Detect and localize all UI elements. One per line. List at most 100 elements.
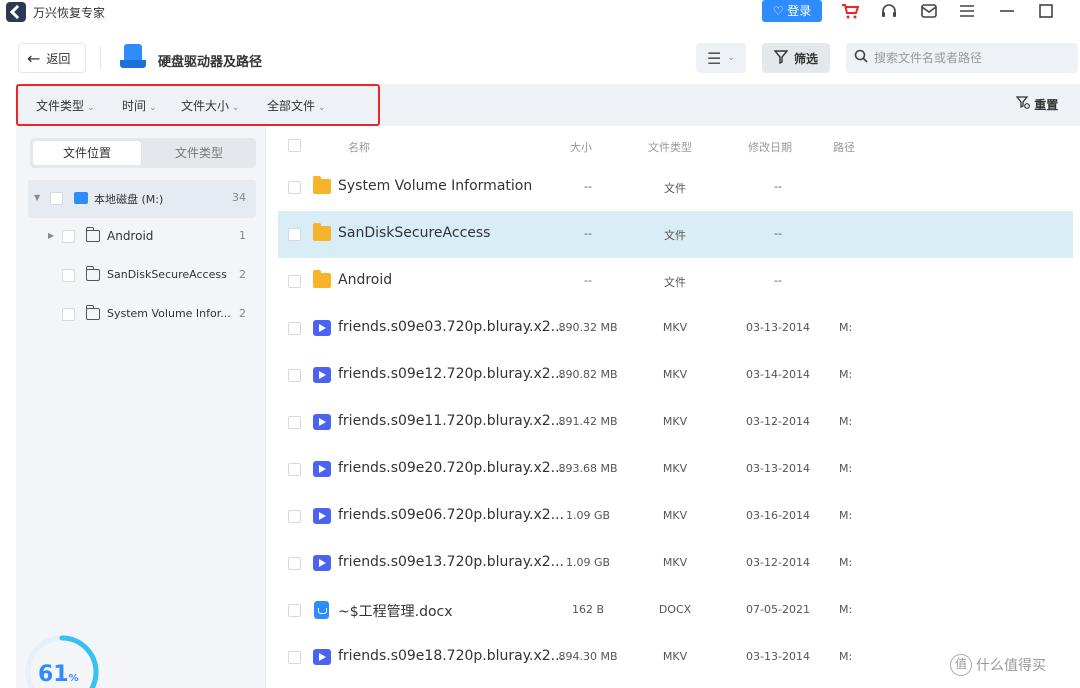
- column-header-type[interactable]: 文件类型: [648, 139, 692, 155]
- file-path: M:: [839, 321, 853, 334]
- search-input[interactable]: [874, 51, 1074, 65]
- file-name: friends.s09e20.720p.bluray.x2...: [338, 460, 565, 476]
- maximize-icon[interactable]: [1034, 0, 1058, 22]
- table-row[interactable]: friends.s09e13.720p.bluray.x2... 1.09 GB M…: [278, 540, 1073, 587]
- row-checkbox[interactable]: [288, 510, 301, 523]
- tree-item-system-volume[interactable]: System Volume Infor... 2: [28, 296, 256, 334]
- file-type: MKV: [662, 650, 688, 663]
- file-size: 162 B: [571, 603, 605, 616]
- toolbar-divider: [100, 46, 101, 70]
- video-icon: [313, 320, 331, 336]
- column-header-name[interactable]: 名称: [348, 139, 370, 155]
- table-row[interactable]: SanDiskSecureAccess -- 文件 --: [278, 211, 1073, 258]
- search-icon: [854, 49, 868, 67]
- file-size: 890.32 MB: [558, 321, 618, 334]
- tree-label: Android: [107, 229, 154, 243]
- select-all-checkbox[interactable]: [288, 139, 301, 152]
- docx-icon: [314, 601, 329, 619]
- tab-file-location[interactable]: 文件位置: [33, 141, 141, 165]
- table-row[interactable]: friends.s09e11.720p.bluray.x2... 891.42 M…: [278, 399, 1073, 446]
- reset-label: 重置: [1034, 98, 1059, 112]
- file-size: 890.82 MB: [558, 368, 618, 381]
- file-path: M:: [839, 556, 853, 569]
- tree-label: System Volume Infor...: [107, 307, 231, 320]
- chevron-down-icon: ⌄: [318, 103, 326, 113]
- file-path: M:: [839, 415, 853, 428]
- row-checkbox[interactable]: [288, 181, 301, 194]
- table-row[interactable]: System Volume Information -- 文件 --: [278, 164, 1073, 211]
- cart-icon[interactable]: [838, 0, 862, 22]
- column-header-path[interactable]: 路径: [833, 139, 855, 155]
- search-box[interactable]: [846, 43, 1078, 73]
- table-row[interactable]: friends.s09e20.720p.bluray.x2... 893.68 M…: [278, 446, 1073, 493]
- filter-button[interactable]: 筛选: [762, 43, 830, 73]
- tab-file-type[interactable]: 文件类型: [145, 141, 253, 165]
- back-button[interactable]: ← 返回: [18, 43, 86, 73]
- row-checkbox[interactable]: [288, 651, 301, 664]
- file-size: 891.42 MB: [558, 415, 618, 428]
- file-name: SanDiskSecureAccess: [338, 225, 491, 241]
- folder-icon: [313, 223, 331, 241]
- file-name: friends.s09e18.720p.bluray.x2...: [338, 648, 565, 664]
- table-row[interactable]: Android -- 文件 --: [278, 258, 1073, 305]
- mail-icon[interactable]: [917, 0, 941, 22]
- title-bar: 万兴恢复专家 ♡ 登录: [0, 0, 1080, 24]
- view-mode-button[interactable]: ☰ ⌄: [696, 43, 746, 73]
- user-icon: ♡: [772, 4, 784, 18]
- reset-button[interactable]: 重置: [1015, 96, 1059, 113]
- file-path: M:: [839, 368, 853, 381]
- file-name: Android: [338, 272, 393, 288]
- row-checkbox[interactable]: [288, 557, 301, 570]
- file-date: --: [774, 180, 782, 193]
- tree-checkbox[interactable]: [62, 308, 75, 321]
- funnel-icon: [773, 49, 789, 67]
- watermark: 值 什么值得买: [950, 654, 1046, 676]
- file-name: friends.s09e06.720p.bluray.x2...: [338, 507, 565, 523]
- row-checkbox[interactable]: [288, 416, 301, 429]
- file-type: MKV: [662, 509, 688, 522]
- file-type: MKV: [662, 462, 688, 475]
- video-icon: [313, 555, 331, 571]
- menu-icon[interactable]: [955, 0, 979, 22]
- filter-all-files[interactable]: 全部文件 ⌄: [267, 97, 326, 114]
- row-checkbox[interactable]: [288, 275, 301, 288]
- folder-outline-icon: [86, 266, 100, 281]
- column-header-date[interactable]: 修改日期: [748, 139, 792, 155]
- file-size: 893.68 MB: [558, 462, 618, 475]
- login-button[interactable]: ♡ 登录: [762, 0, 822, 22]
- tree-item-android[interactable]: ▶ Android 1: [28, 218, 256, 256]
- tree-label: SanDiskSecureAccess: [107, 268, 227, 281]
- headset-icon[interactable]: [877, 0, 901, 22]
- caret-right-icon[interactable]: ▶: [48, 231, 54, 240]
- file-date: 03-13-2014: [746, 650, 810, 663]
- tree-item-sandisk[interactable]: SanDiskSecureAccess 2: [28, 257, 256, 295]
- file-size: --: [584, 227, 592, 240]
- tree-item-local-disk[interactable]: ▼ 本地磁盘 (M:) 34: [28, 180, 256, 218]
- row-checkbox[interactable]: [288, 369, 301, 382]
- file-path: M:: [839, 650, 853, 663]
- tree-count: 2: [239, 268, 246, 281]
- caret-down-icon[interactable]: ▼: [34, 193, 40, 202]
- filter-file-size[interactable]: 文件大小 ⌄: [181, 97, 240, 114]
- tree-checkbox[interactable]: [62, 230, 75, 243]
- row-checkbox[interactable]: [288, 604, 301, 617]
- filter-file-type[interactable]: 文件类型 ⌄: [36, 97, 95, 114]
- row-checkbox[interactable]: [288, 322, 301, 335]
- filter-time[interactable]: 时间 ⌄: [122, 97, 157, 114]
- row-checkbox[interactable]: [288, 228, 301, 241]
- file-type: MKV: [662, 368, 688, 381]
- app-logo-icon: [6, 2, 26, 22]
- tree-checkbox[interactable]: [62, 269, 75, 282]
- video-icon: [313, 414, 331, 430]
- tree-checkbox[interactable]: [50, 192, 63, 205]
- minimize-icon[interactable]: [995, 0, 1019, 22]
- table-row[interactable]: friends.s09e12.720p.bluray.x2... 890.82 M…: [278, 352, 1073, 399]
- tree-count: 34: [232, 191, 246, 204]
- watermark-text: 什么值得买: [976, 658, 1046, 674]
- file-type: MKV: [662, 415, 688, 428]
- row-checkbox[interactable]: [288, 463, 301, 476]
- table-row[interactable]: ~$工程管理.docx 162 B DOCX 07-05-2021 M:: [278, 587, 1073, 634]
- table-row[interactable]: friends.s09e03.720p.bluray.x2... 890.32 M…: [278, 305, 1073, 352]
- column-header-size[interactable]: 大小: [570, 139, 592, 155]
- table-row[interactable]: friends.s09e06.720p.bluray.x2... 1.09 GB M…: [278, 493, 1073, 540]
